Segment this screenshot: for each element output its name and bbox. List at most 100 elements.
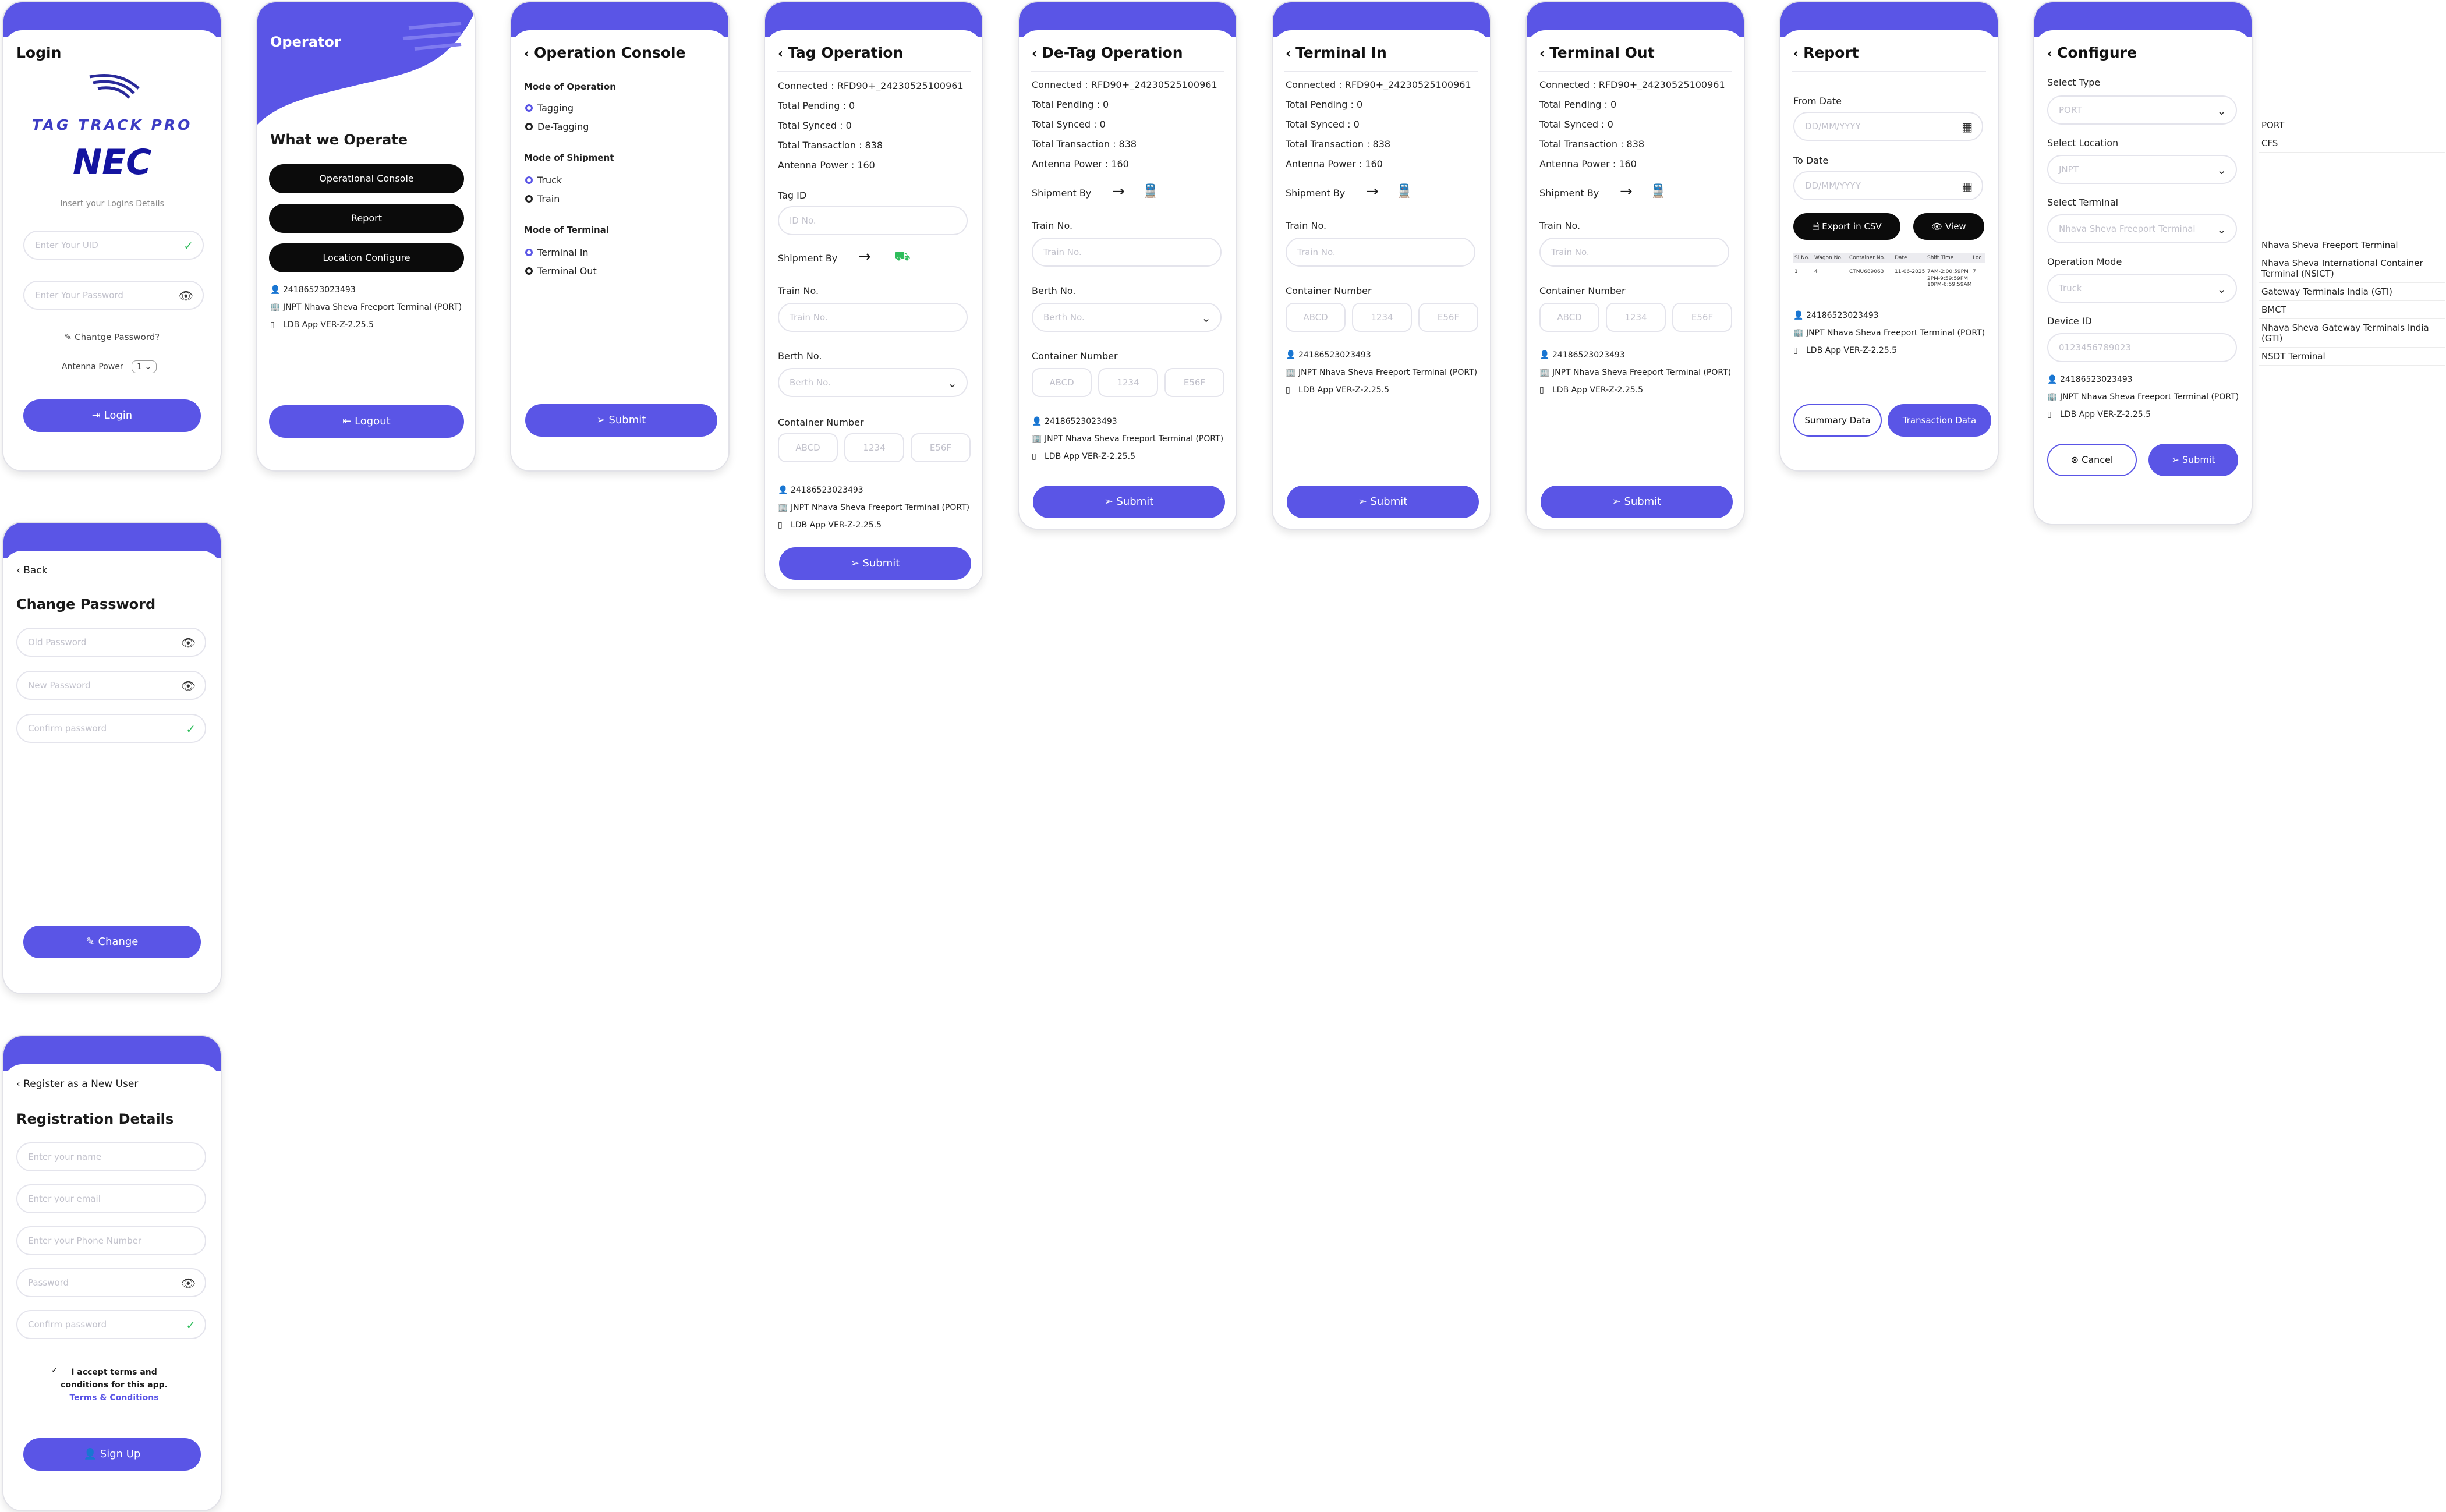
select-location-value: JNPT	[2059, 164, 2079, 175]
summary-data-button[interactable]: Summary Data	[1793, 404, 1882, 437]
tag-id-input[interactable]: ID No.	[778, 206, 968, 235]
cell-loc: 7	[1973, 269, 1976, 275]
calendar-icon[interactable]: ▦	[1962, 179, 1973, 193]
location-configure-button[interactable]: Location Configure	[269, 243, 464, 272]
from-date-input[interactable]: DD/MM/YYYY ▦	[1793, 112, 1983, 141]
terminal-option[interactable]: Nhava Sheva International Container Term…	[2259, 254, 2445, 283]
phone-input[interactable]: Enter your Phone Number	[16, 1226, 206, 1255]
status-connected: Connected : RFD90+_24230525100961	[1286, 79, 1471, 90]
container-suffix-input[interactable]: E56F	[911, 433, 971, 462]
container-suffix-input[interactable]: E56F	[1164, 368, 1224, 397]
container-prefix-input[interactable]: ABCD	[1286, 303, 1346, 332]
email-input[interactable]: Enter your email	[16, 1184, 206, 1213]
new-password-input[interactable]: New Password 👁	[16, 671, 206, 700]
old-password-input[interactable]: Old Password 👁	[16, 628, 206, 657]
terms-link[interactable]: Terms & Conditions	[56, 1391, 172, 1404]
container-number-input[interactable]: 1234	[1606, 303, 1666, 332]
antenna-power-row: Antenna Power 1 ⌄	[62, 360, 157, 373]
container-number-input[interactable]: 1234	[844, 433, 904, 462]
to-date-label: To Date	[1793, 155, 1829, 166]
status-connected: Connected : RFD90+_24230525100961	[1032, 79, 1217, 90]
confirm-password-input[interactable]: Confirm password ✓	[16, 1310, 206, 1339]
footer-version: ▯ LDB App VER-Z-2.25.5	[778, 520, 882, 530]
terminal-option[interactable]: NSDT Terminal	[2259, 348, 2445, 366]
submit-button[interactable]: ➢ Submit	[1541, 486, 1733, 518]
user-id-text: 24186523023493	[1045, 417, 1117, 426]
password-input[interactable]: Password 👁	[16, 1268, 206, 1297]
building-icon: 🏢	[270, 303, 281, 312]
radio-terminal-out[interactable]: Terminal Out	[525, 265, 597, 277]
name-input[interactable]: Enter your name	[16, 1142, 206, 1171]
footer-terminal: 🏢 JNPT Nhava Sheva Freeport Terminal (POR…	[1793, 328, 1985, 338]
back-chevron-icon[interactable]: ‹	[524, 47, 529, 61]
uid-input[interactable]: Enter Your UID ✓	[23, 231, 204, 260]
eye-icon[interactable]: 👁	[181, 1276, 196, 1290]
container-prefix-input[interactable]: ABCD	[778, 433, 838, 462]
terminal-option[interactable]: Nhava Sheva Gateway Terminals India (GTI…	[2259, 319, 2445, 348]
train-no-input[interactable]: Train No.	[1286, 238, 1475, 267]
train-no-input[interactable]: Train No.	[1032, 238, 1222, 267]
login-button[interactable]: ⇥ Login	[23, 399, 201, 432]
berth-no-select[interactable]: Berth No. ⌄	[778, 368, 968, 397]
submit-button[interactable]: ➢ Submit	[525, 404, 717, 437]
radio-train[interactable]: Train	[525, 193, 560, 204]
cancel-button[interactable]: ⊗ Cancel	[2047, 444, 2137, 476]
radio-truck[interactable]: Truck	[525, 175, 562, 186]
submit-button[interactable]: ➢ Submit	[779, 547, 971, 580]
eye-icon[interactable]: 👁	[181, 636, 196, 650]
type-option[interactable]: PORT	[2259, 116, 2445, 134]
radio-tagging[interactable]: Tagging	[525, 102, 574, 114]
operation-mode-dropdown[interactable]: Truck ⌄	[2047, 274, 2237, 303]
calendar-icon[interactable]: ▦	[1962, 120, 1973, 134]
train-no-input[interactable]: Train No.	[1539, 238, 1729, 267]
type-option[interactable]: CFS	[2259, 134, 2445, 153]
terminal-option[interactable]: Nhava Sheva Freeport Terminal	[2259, 236, 2445, 254]
container-number-placeholder: 1234	[1371, 312, 1393, 323]
container-suffix-input[interactable]: E56F	[1418, 303, 1478, 332]
change-button[interactable]: ✎ Change	[23, 926, 201, 958]
location-configure-label: Location Configure	[323, 252, 410, 263]
select-terminal-dropdown[interactable]: Nhava Sheva Freeport Terminal ⌄	[2047, 214, 2237, 243]
change-password-link[interactable]: ✎ Chantge Password?	[3, 332, 221, 342]
eye-icon[interactable]: 👁	[179, 289, 193, 303]
container-prefix-input[interactable]: ABCD	[1539, 303, 1599, 332]
container-number-input[interactable]: 1234	[1098, 368, 1158, 397]
berth-no-select[interactable]: Berth No. ⌄	[1032, 303, 1222, 332]
back-link[interactable]: ‹ Back	[16, 565, 47, 576]
terminal-option[interactable]: BMCT	[2259, 301, 2445, 319]
back-chevron-icon[interactable]: ‹	[1793, 47, 1799, 61]
radio-terminal-in[interactable]: Terminal In	[525, 247, 589, 258]
submit-button[interactable]: ➢ Submit	[2148, 444, 2238, 476]
back-chevron-icon[interactable]: ‹	[1539, 47, 1545, 61]
back-chevron-icon[interactable]: ‹	[1286, 47, 1291, 61]
container-number-input[interactable]: 1234	[1352, 303, 1412, 332]
container-prefix-input[interactable]: ABCD	[1032, 368, 1092, 397]
back-chevron-icon[interactable]: ‹	[1032, 47, 1037, 61]
login-subtitle: Insert your Logins Details	[60, 199, 164, 208]
sign-up-button[interactable]: 👤 Sign Up	[23, 1438, 201, 1471]
container-suffix-input[interactable]: E56F	[1672, 303, 1732, 332]
eye-icon[interactable]: 👁	[181, 679, 196, 693]
back-link[interactable]: ‹ Register as a New User	[16, 1078, 138, 1090]
terminal-option[interactable]: Gateway Terminals India (GTI)	[2259, 283, 2445, 301]
to-date-input[interactable]: DD/MM/YYYY ▦	[1793, 171, 1983, 200]
submit-button[interactable]: ➢ Submit	[1033, 486, 1225, 518]
confirm-password-input[interactable]: Confirm password ✓	[16, 714, 206, 743]
logout-button[interactable]: ⇤ Logout	[269, 405, 464, 438]
export-csv-button[interactable]: 🗎 Export in CSV	[1793, 213, 1900, 240]
select-type-dropdown[interactable]: PORT ⌄	[2047, 95, 2237, 125]
device-id-input[interactable]: 0123456789023	[2047, 333, 2237, 362]
report-button[interactable]: Report	[269, 204, 464, 233]
password-input[interactable]: Enter Your Password 👁	[23, 281, 204, 310]
radio-detagging[interactable]: De-Tagging	[525, 121, 589, 132]
train-no-input[interactable]: Train No.	[778, 303, 968, 332]
antenna-select[interactable]: 1 ⌄	[132, 360, 157, 373]
submit-button[interactable]: ➢ Submit	[1287, 486, 1479, 518]
transaction-data-button[interactable]: Transaction Data	[1888, 404, 1991, 437]
view-button[interactable]: 👁 View	[1913, 213, 1984, 240]
operational-console-button[interactable]: Operational Console	[269, 164, 464, 193]
back-chevron-icon[interactable]: ‹	[778, 47, 783, 61]
back-chevron-icon[interactable]: ‹	[2047, 47, 2052, 61]
to-date-placeholder: DD/MM/YYYY	[1805, 180, 1861, 191]
select-location-dropdown[interactable]: JNPT ⌄	[2047, 155, 2237, 184]
